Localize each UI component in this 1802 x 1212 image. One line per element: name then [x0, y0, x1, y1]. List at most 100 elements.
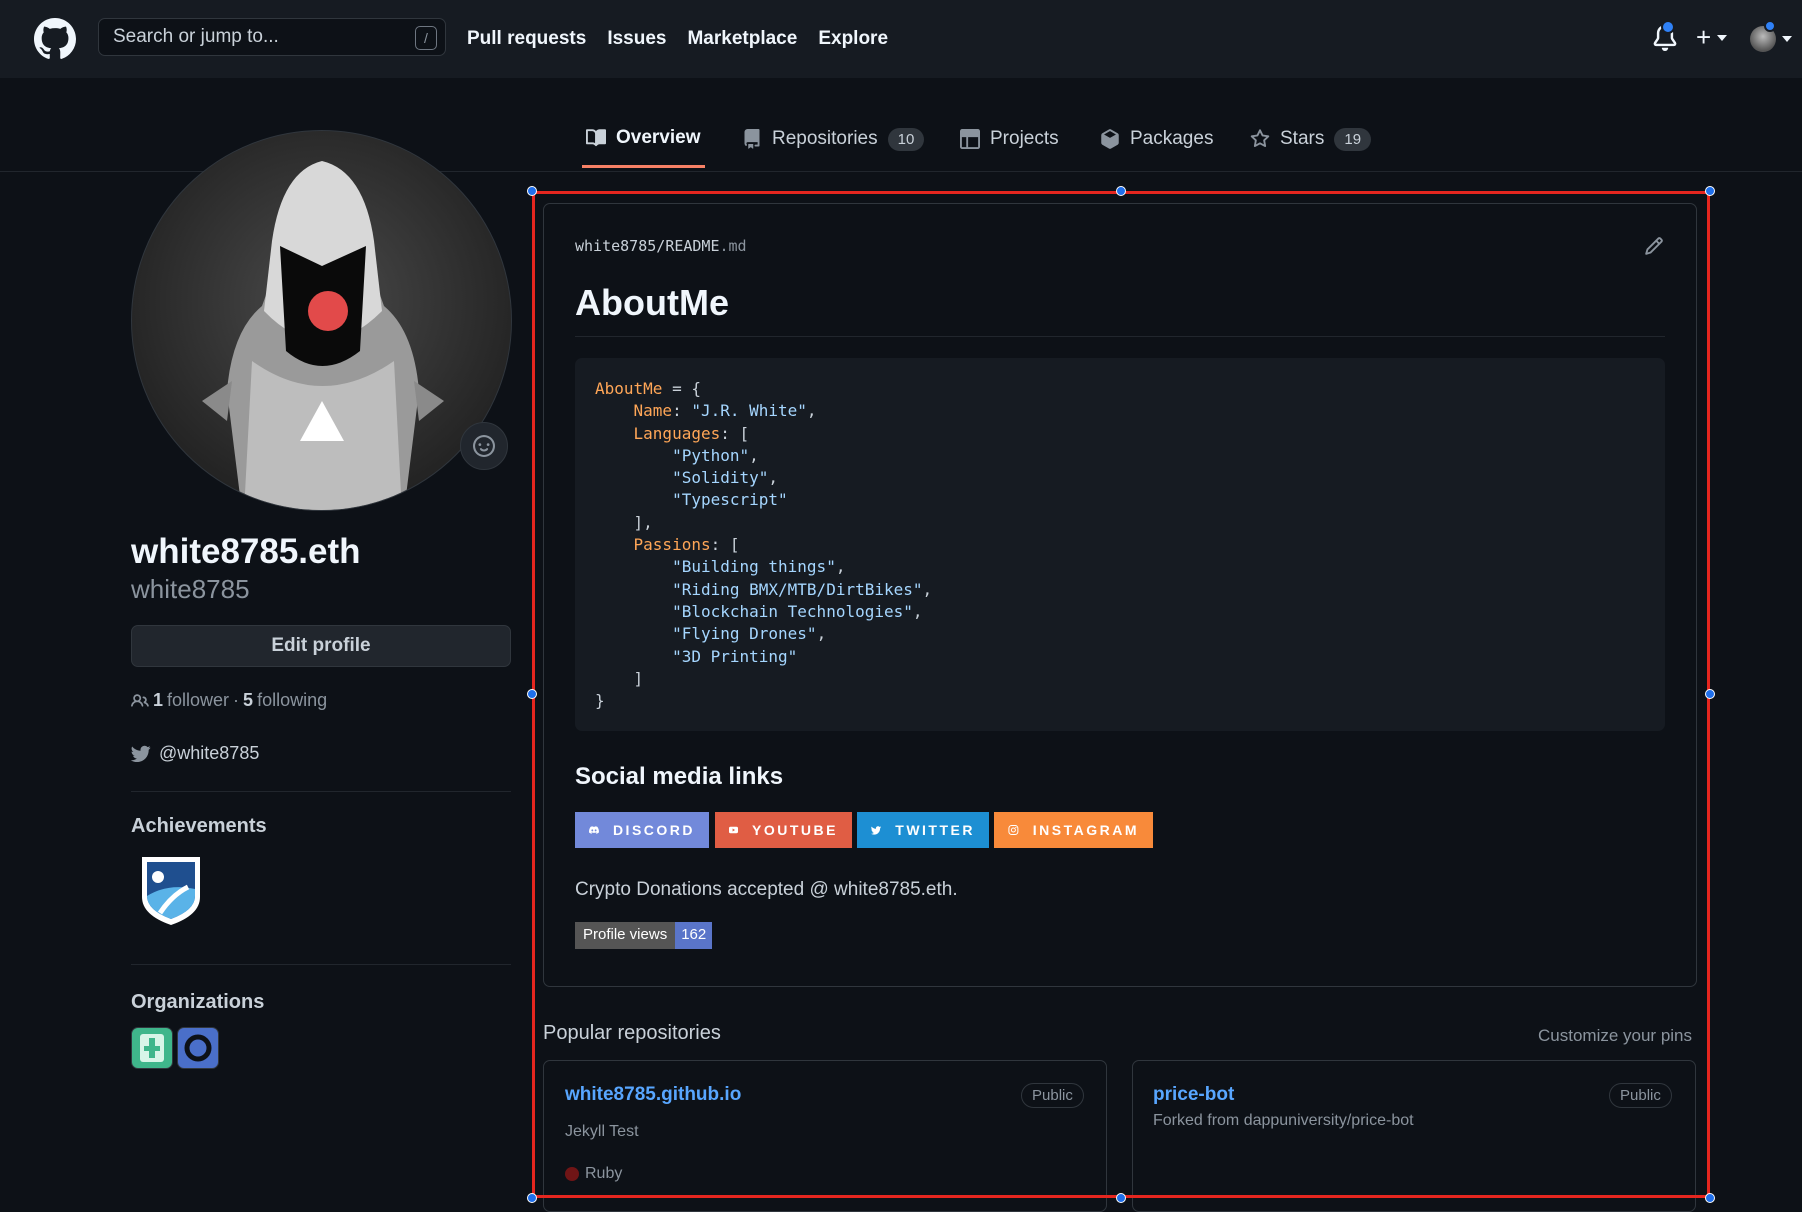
instagram-badge[interactable]: INSTAGRAM	[994, 812, 1153, 848]
code-token: "Python"	[672, 445, 750, 465]
code-line: AboutMe = {	[595, 378, 932, 400]
path-separator: /	[656, 237, 666, 255]
code-token: AboutMe	[595, 379, 663, 398]
edit-profile-button[interactable]: Edit profile	[131, 625, 511, 667]
code-token: : [	[710, 535, 740, 555]
customize-pins-link[interactable]: Customize your pins	[1538, 1026, 1692, 1046]
instagram-label: INSTAGRAM	[1032, 822, 1139, 838]
resize-handle[interactable]	[1116, 186, 1126, 196]
following-label[interactable]: following	[257, 690, 327, 711]
profile-display-name: white8785.eth	[131, 532, 361, 571]
github-logo-icon[interactable]	[34, 18, 76, 60]
code-token: ,	[816, 624, 827, 644]
followers-count[interactable]: 1	[153, 690, 163, 711]
resize-handle[interactable]	[1705, 1193, 1715, 1203]
create-new-dropdown[interactable]: +	[1696, 22, 1728, 53]
search-input[interactable]: Search or jump to... /	[98, 18, 446, 56]
popular-repos-heading: Popular repositories	[543, 1022, 721, 1044]
code-token: "J.R. White"	[691, 401, 807, 421]
code-content: AboutMe = { Name: "J.R. White", Language…	[595, 378, 932, 712]
tab-stars[interactable]: Stars 19	[1246, 110, 1375, 168]
followers-label[interactable]: follower	[167, 690, 229, 711]
fork-source-text[interactable]: Forked from dappuniversity/price-bot	[1153, 1112, 1414, 1130]
discord-badge[interactable]: DISCORD	[575, 812, 709, 848]
code-token: "Typescript"	[672, 490, 788, 510]
plus-icon: +	[1696, 22, 1712, 52]
code-line: ],	[595, 512, 932, 534]
code-token: }	[595, 691, 605, 711]
code-line: Name: "J.R. White",	[595, 400, 932, 422]
people-icon	[131, 693, 149, 707]
code-token: ]	[595, 668, 644, 688]
code-line: "Building things",	[595, 556, 932, 578]
chevron-down-icon[interactable]	[1782, 36, 1792, 42]
readme-filename[interactable]: README	[665, 237, 719, 255]
following-count[interactable]: 5	[243, 690, 253, 711]
discord-icon	[589, 826, 599, 834]
youtube-label: YOUTUBE	[752, 822, 838, 838]
youtube-icon	[729, 826, 739, 834]
divider	[575, 336, 1665, 337]
stars-count: 19	[1334, 127, 1372, 151]
nav-explore[interactable]: Explore	[818, 28, 888, 50]
code-line: "Riding BMX/MTB/DirtBikes",	[595, 579, 932, 601]
tab-packages-label: Packages	[1130, 128, 1214, 149]
discord-label: DISCORD	[612, 822, 695, 838]
readme-path: white8785/README.md	[575, 237, 747, 255]
top-nav-links: Pull requests Issues Marketplace Explore	[467, 0, 888, 78]
pencil-icon[interactable]	[1644, 236, 1664, 256]
readme-owner[interactable]: white8785	[575, 237, 656, 255]
repo-icon	[744, 129, 760, 149]
code-line: "3D Printing"	[595, 646, 932, 668]
nav-pull-requests[interactable]: Pull requests	[467, 28, 586, 50]
achievements-heading: Achievements	[131, 815, 267, 837]
youtube-badge[interactable]: YOUTUBE	[715, 812, 852, 848]
readme-extension: .md	[719, 237, 747, 255]
repo-language: Ruby	[585, 1165, 623, 1182]
resize-handle[interactable]	[1705, 186, 1715, 196]
achievement-badge-icon[interactable]	[138, 853, 204, 927]
resize-handle[interactable]	[527, 1193, 537, 1203]
readme-title: AboutMe	[575, 282, 729, 323]
twitter-link[interactable]: @white8785	[131, 743, 259, 764]
resize-handle[interactable]	[527, 689, 537, 699]
robot-avatar-illustration	[202, 161, 444, 510]
tab-projects[interactable]: Projects	[956, 110, 1063, 168]
profile-views-label: Profile views	[575, 922, 676, 949]
code-line: "Solidity",	[595, 467, 932, 489]
code-token: "Blockchain Technologies"	[672, 601, 913, 621]
divider	[131, 791, 511, 792]
status-indicator	[1764, 20, 1776, 32]
resize-handle[interactable]	[1705, 689, 1715, 699]
code-token: Name	[633, 401, 673, 421]
resize-handle[interactable]	[1116, 1193, 1126, 1203]
org-avatar-1[interactable]	[131, 1027, 173, 1069]
tab-repositories-label: Repositories	[772, 128, 878, 149]
repo-name-link[interactable]: white8785.github.io	[565, 1084, 741, 1106]
tab-packages[interactable]: Packages	[1096, 110, 1217, 168]
code-token: ,	[835, 557, 846, 577]
tab-overview[interactable]: Overview	[582, 110, 705, 168]
set-status-button[interactable]	[460, 422, 508, 470]
org-logo-icon	[184, 1034, 212, 1062]
twitter-badge[interactable]: TWITTER	[857, 812, 989, 848]
resize-handle[interactable]	[527, 186, 537, 196]
profile-avatar[interactable]	[131, 130, 512, 511]
chevron-down-icon	[1717, 34, 1728, 41]
tab-repositories[interactable]: Repositories 10	[738, 110, 928, 168]
repo-name-link[interactable]: price-bot	[1153, 1084, 1234, 1106]
visibility-badge: Public	[1609, 1083, 1672, 1108]
nav-marketplace[interactable]: Marketplace	[687, 28, 797, 50]
twitter-handle: @white8785	[159, 743, 260, 763]
org-avatar-2[interactable]	[177, 1027, 219, 1069]
table-icon	[960, 129, 980, 149]
code-line: "Python",	[595, 445, 932, 467]
code-line: Languages: [	[595, 423, 932, 445]
nav-issues[interactable]: Issues	[607, 28, 666, 50]
